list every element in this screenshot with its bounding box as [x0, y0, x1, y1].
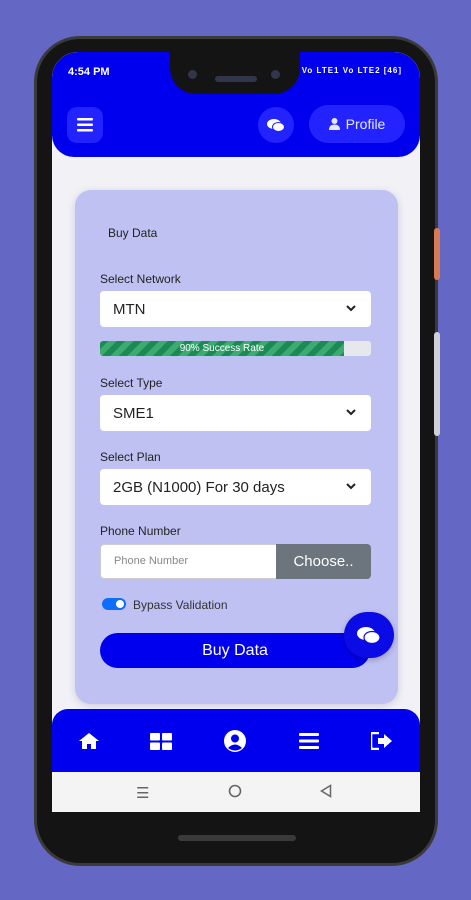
- plan-label: Select Plan: [100, 450, 161, 464]
- camera-icon: [188, 70, 197, 79]
- home-circle-icon[interactable]: [228, 784, 242, 802]
- app-screen: 4:54 PM Vo LTE1 Vo LTE2 [46] Profile Buy…: [52, 52, 420, 812]
- system-navigation-bar: ☰: [52, 772, 420, 812]
- chat-icon: [357, 626, 381, 644]
- plan-value: 2GB (N1000) For 30 days: [113, 478, 285, 496]
- phone-speaker-bar: [178, 835, 296, 841]
- bottom-navigation: [52, 709, 420, 772]
- plan-select[interactable]: 2GB (N1000) For 30 days: [100, 469, 371, 505]
- user-circle-icon[interactable]: [224, 730, 246, 752]
- success-rate-text: 90% Success Rate: [179, 343, 265, 354]
- sensor-icon: [271, 70, 280, 79]
- success-rate-bar: 90% Success Rate: [100, 341, 371, 356]
- phone-number-input[interactable]: Phone Number: [100, 544, 276, 579]
- power-button: [434, 228, 440, 280]
- buy-data-button[interactable]: Buy Data: [100, 633, 370, 668]
- chat-icon: [267, 118, 285, 132]
- network-select[interactable]: MTN: [100, 291, 371, 327]
- back-icon[interactable]: [320, 784, 332, 802]
- list-icon[interactable]: [298, 731, 320, 751]
- home-icon[interactable]: [78, 731, 100, 751]
- app-header: 4:54 PM Vo LTE1 Vo LTE2 [46] Profile: [52, 52, 420, 157]
- camera-notch: [170, 52, 300, 94]
- network-label: Select Network: [100, 272, 181, 286]
- phone-placeholder: Phone Number: [114, 555, 188, 567]
- recents-icon[interactable]: ☰: [136, 784, 149, 802]
- type-label: Select Type: [100, 376, 163, 390]
- speaker-grille: [215, 76, 257, 82]
- type-select[interactable]: SME1: [100, 395, 371, 431]
- profile-button[interactable]: Profile: [309, 105, 405, 143]
- chat-button[interactable]: [258, 107, 294, 143]
- toggle-knob: [116, 600, 124, 608]
- chevron-down-icon: [346, 305, 356, 312]
- phone-label: Phone Number: [100, 524, 181, 538]
- bypass-validation-toggle[interactable]: [102, 598, 126, 610]
- menu-button[interactable]: [67, 107, 103, 143]
- card-title: Buy Data: [108, 226, 158, 240]
- type-value: SME1: [113, 404, 154, 422]
- hamburger-icon: [77, 118, 93, 132]
- network-value: MTN: [113, 300, 146, 318]
- choose-label: Choose..: [293, 553, 354, 570]
- profile-label: Profile: [345, 116, 386, 132]
- bypass-validation-label: Bypass Validation: [133, 598, 228, 612]
- status-time: 4:54 PM: [68, 66, 110, 78]
- support-chat-button[interactable]: [344, 612, 394, 658]
- buy-data-label: Buy Data: [202, 641, 268, 659]
- chevron-down-icon: [346, 483, 356, 490]
- success-rate-fill: 90% Success Rate: [100, 341, 344, 356]
- volume-button: [434, 332, 440, 436]
- user-icon: [328, 118, 340, 130]
- chevron-down-icon: [346, 409, 356, 416]
- status-indicators: Vo LTE1 Vo LTE2 [46]: [301, 66, 402, 75]
- choose-contact-button[interactable]: Choose..: [276, 544, 371, 579]
- logout-icon[interactable]: [371, 731, 393, 751]
- grid-icon[interactable]: [150, 731, 172, 751]
